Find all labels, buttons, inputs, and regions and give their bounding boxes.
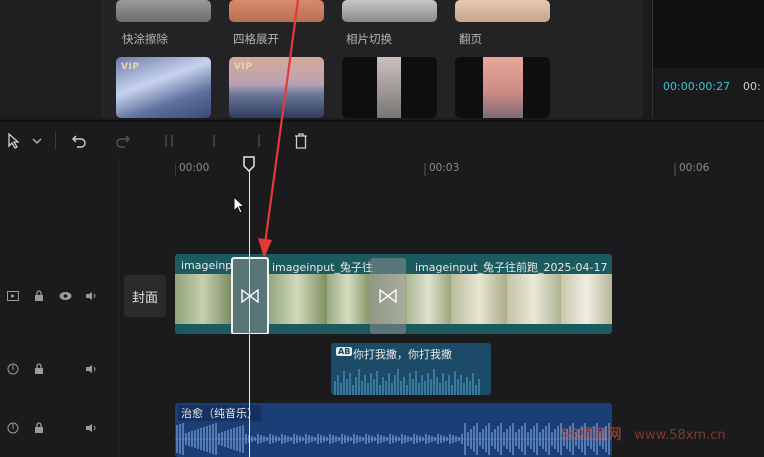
current-timecode: 00:00:00:27	[663, 80, 731, 93]
transition-thumb-1[interactable]	[116, 0, 211, 22]
audio-waveform	[175, 423, 612, 455]
preview-viewport	[653, 0, 764, 68]
lock-icon[interactable]	[32, 289, 46, 303]
vip-badge: VIP	[121, 62, 140, 72]
video-clip-title-3: imageinput_兔子往前跑_2025-04-17 1	[415, 261, 612, 274]
split-icon[interactable]	[160, 132, 178, 150]
volume-icon[interactable]	[84, 421, 98, 435]
watermark-sub: www.58xm.cn	[634, 428, 726, 443]
text-clip-waveform	[334, 369, 480, 395]
audio-track-icon	[6, 362, 20, 376]
transition-thumb-6[interactable]: VIP	[229, 57, 324, 118]
select-cursor-icon[interactable]	[5, 132, 23, 150]
video-frame	[405, 274, 451, 324]
watermark: 58项目网 www.58xm.cn	[560, 424, 726, 444]
vip-badge: VIP	[234, 62, 253, 72]
video-clip-title-2: imageinput_兔子往	[272, 261, 374, 274]
material-panel: 快涂擦除 四格展开 相片切换 翻页 VIP VIP 00:00:00:27 00…	[0, 0, 764, 118]
transition-label-2: 四格展开	[233, 32, 279, 46]
video-clip[interactable]: imageinp imageinput_兔子往 imageinput_兔子往前跑…	[175, 254, 612, 334]
ruler-label-2: 00:06	[679, 162, 710, 174]
video-track-controls	[6, 289, 98, 303]
transition-thumb-2[interactable]	[229, 0, 324, 22]
eye-icon[interactable]	[58, 289, 72, 303]
transition-thumb-3[interactable]	[342, 0, 437, 22]
redo-icon[interactable]	[114, 132, 132, 150]
split-right-icon[interactable]	[250, 132, 268, 150]
category-sidebar	[0, 0, 103, 118]
track-header-divider	[118, 158, 119, 457]
toolbar-divider	[55, 132, 56, 150]
transition-thumb-8[interactable]	[455, 57, 550, 118]
video-frame	[507, 274, 561, 324]
transition-gallery: 快涂擦除 四格展开 相片切换 翻页 VIP VIP	[103, 0, 643, 118]
transition-label-3: 相片切换	[346, 32, 392, 46]
timeline-toolbar	[0, 120, 764, 160]
text-clip-title: 你打我撒，你打我撒	[353, 348, 452, 361]
text-track-controls	[6, 362, 98, 376]
transition-thumb-7[interactable]	[342, 57, 437, 118]
lock-icon[interactable]	[32, 362, 46, 376]
video-track-icon	[6, 289, 20, 303]
video-frame	[561, 274, 612, 324]
ruler-label-0: 00:00	[179, 162, 210, 174]
playhead-line[interactable]	[249, 158, 250, 457]
transition-thumb-4[interactable]	[455, 0, 550, 22]
transition-marker[interactable]	[370, 258, 406, 334]
video-frame	[327, 274, 369, 324]
text-clip[interactable]: AB 你打我撒，你打我撒	[331, 343, 491, 395]
video-clip-title-1: imageinp	[181, 259, 233, 272]
audio-clip[interactable]: 治愈（纯音乐）	[175, 403, 612, 457]
transition-label-1: 快涂擦除	[122, 32, 168, 46]
transition-thumb-5[interactable]: VIP	[116, 57, 211, 118]
lock-icon[interactable]	[32, 421, 46, 435]
watermark-main: 58项目网	[560, 427, 622, 443]
transition-icon	[379, 289, 397, 303]
audio-track-controls	[6, 421, 98, 435]
ruler-ticks	[175, 163, 676, 176]
transition-marker-selected[interactable]	[231, 257, 269, 334]
delete-icon[interactable]	[292, 132, 310, 150]
mouse-cursor-icon	[233, 196, 246, 214]
transition-icon	[241, 289, 259, 303]
undo-icon[interactable]	[70, 132, 88, 150]
text-clip-badge: AB	[336, 347, 353, 356]
video-frame	[451, 274, 507, 324]
transition-label-4: 翻页	[459, 32, 482, 46]
chevron-down-icon[interactable]	[31, 132, 43, 150]
player-panel	[652, 0, 764, 118]
video-frame	[267, 274, 327, 324]
total-timecode: 00:	[743, 80, 761, 93]
playhead-handle[interactable]	[243, 156, 255, 172]
video-frame	[175, 274, 231, 324]
volume-icon[interactable]	[84, 362, 98, 376]
split-left-icon[interactable]	[205, 132, 223, 150]
timeline-ruler[interactable]: 00:00 00:03 00:06	[175, 158, 764, 178]
audio-track-icon	[6, 421, 20, 435]
volume-icon[interactable]	[84, 289, 98, 303]
ruler-label-1: 00:03	[429, 162, 460, 174]
cover-button[interactable]: 封面	[124, 275, 166, 317]
